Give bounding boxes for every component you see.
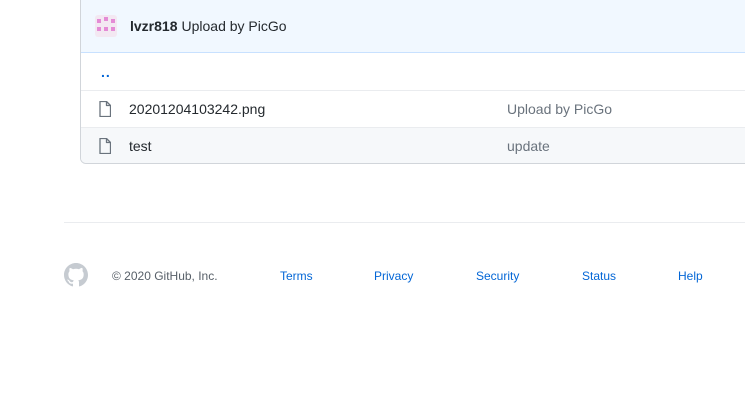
footer-link-help[interactable]: Help <box>678 269 703 283</box>
file-commit-message-link[interactable]: update <box>507 138 550 154</box>
site-footer: © 2020 GitHub, Inc. Terms Privacy Securi… <box>64 262 744 288</box>
latest-commit-bar: lvzr818 Upload by PicGo <box>81 0 745 53</box>
footer-link-privacy[interactable]: Privacy <box>374 269 413 283</box>
footer-divider <box>64 222 745 223</box>
footer-link-terms[interactable]: Terms <box>280 269 313 283</box>
parent-directory-row: .. <box>81 53 745 90</box>
file-commit-message-link[interactable]: Upload by PicGo <box>507 101 612 117</box>
file-browser: lvzr818 Upload by PicGo .. 2020120410324… <box>80 0 745 164</box>
file-icon <box>97 138 113 154</box>
copyright-text: © 2020 GitHub, Inc. <box>112 269 218 283</box>
file-row: test update <box>81 127 745 163</box>
file-name-link[interactable]: 20201204103242.png <box>129 101 507 117</box>
file-name-link[interactable]: test <box>129 138 507 154</box>
parent-directory-link[interactable]: .. <box>101 64 111 80</box>
page: lvzr818 Upload by PicGo .. 2020120410324… <box>0 0 745 420</box>
github-mark-icon[interactable] <box>64 263 88 287</box>
file-row: 20201204103242.png Upload by PicGo <box>81 90 745 127</box>
commit-message-link[interactable]: Upload by PicGo <box>181 18 286 34</box>
commit-author-link[interactable]: lvzr818 <box>130 18 177 34</box>
footer-link-security[interactable]: Security <box>476 269 519 283</box>
file-icon <box>97 101 113 117</box>
footer-link-status[interactable]: Status <box>582 269 616 283</box>
avatar[interactable] <box>95 15 117 37</box>
